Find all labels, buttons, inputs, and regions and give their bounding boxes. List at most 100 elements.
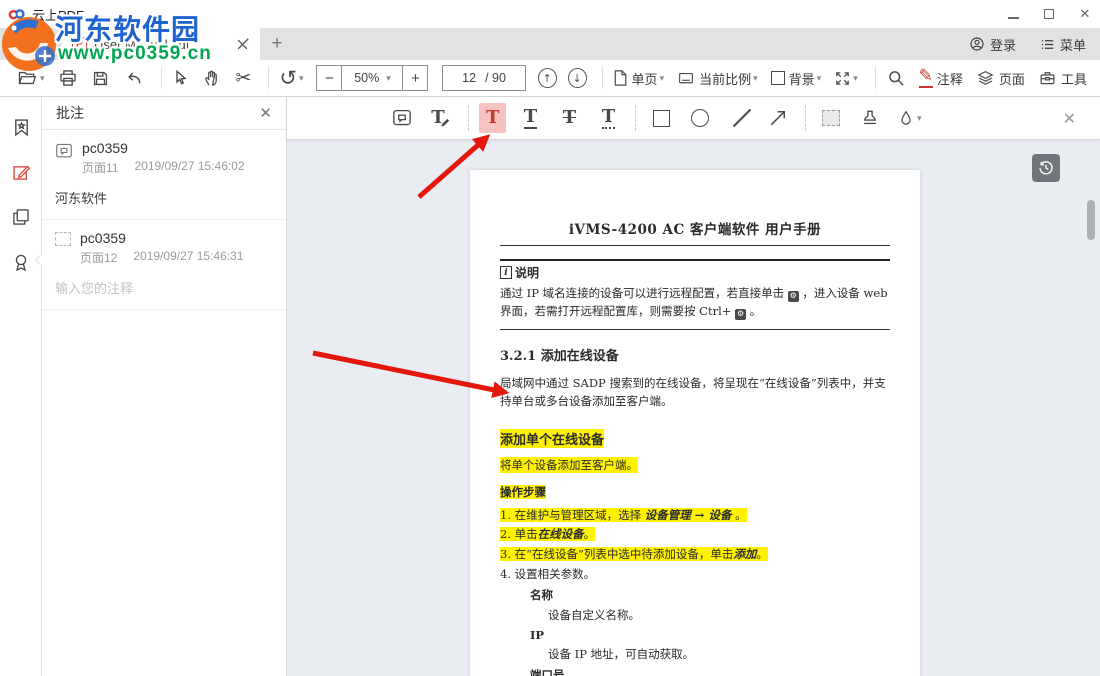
highlighted-subheading: 添加单个在线设备	[500, 429, 604, 448]
next-page-button[interactable]: ↓	[568, 68, 587, 88]
current-scale-button[interactable]: 当前比例 ▾	[677, 69, 758, 88]
underline-text-tool[interactable]: T	[515, 103, 545, 133]
maximize-icon	[1044, 9, 1054, 19]
single-page-mode-button[interactable]: 单页 ▾	[613, 69, 665, 88]
annotate-pencil-icon: ✎	[919, 68, 933, 88]
main-toolbar: ▾ ✂ ↺ ▾ − 50% ▾ +	[0, 60, 1100, 97]
pdf-file-icon: P	[72, 37, 87, 52]
note-comment-tool[interactable]	[387, 103, 417, 133]
info-doc-icon: i	[500, 266, 512, 279]
snapshot-tool-button[interactable]: ✂	[235, 69, 251, 88]
line-icon	[729, 108, 749, 128]
ellipse-icon	[691, 109, 709, 127]
arrow-icon	[768, 108, 788, 128]
typewriter-pencil-icon	[440, 117, 451, 128]
tab-document[interactable]: P User Manual.pdf	[62, 28, 260, 60]
pdf-doc-title: iVMS-4200 AC 客户端软件 用户手册	[500, 218, 890, 246]
select-area-tool[interactable]	[816, 103, 846, 133]
rotate-icon: ↺	[279, 68, 297, 89]
print-button[interactable]	[58, 68, 78, 88]
annotate-button[interactable]: ✎ 注释	[919, 68, 963, 88]
maximize-button[interactable]	[1042, 7, 1056, 22]
page-number-input[interactable]: 12 / 90	[442, 65, 525, 91]
droplet-caret-icon: ▾	[917, 113, 922, 124]
select-area-icon	[822, 110, 840, 126]
annotation-toolbar-divider	[468, 105, 469, 131]
select-tool-button[interactable]	[171, 68, 189, 88]
login-button[interactable]: 登录	[969, 35, 1016, 54]
previous-page-button[interactable]: ↑	[538, 68, 557, 88]
highlighted-description: 将单个设备添加至客户端。	[500, 457, 638, 473]
hand-tool-button[interactable]	[202, 68, 222, 88]
titlebar: 云上PDF ✕	[0, 0, 1100, 28]
panel-close-button[interactable]: ✕	[259, 104, 272, 122]
award-ribbon-icon	[11, 252, 31, 273]
stamp-tool[interactable]	[855, 103, 885, 133]
pages-button[interactable]: 页面	[976, 69, 1025, 88]
close-button[interactable]: ✕	[1078, 6, 1092, 22]
save-button[interactable]	[91, 69, 110, 88]
sidebar-bookmarks-button[interactable]	[0, 107, 42, 147]
menu-button[interactable]: 菜单	[1040, 35, 1086, 54]
blur-droplet-tool[interactable]: ▾	[894, 103, 924, 133]
strikethrough-text-icon: T	[563, 109, 576, 127]
hand-icon	[202, 68, 222, 88]
pin-icon[interactable]	[235, 37, 250, 52]
open-folder-icon	[16, 68, 38, 88]
history-button[interactable]	[1032, 154, 1060, 182]
highlight-text-icon: T	[486, 109, 499, 127]
pages-label: 页面	[999, 69, 1025, 88]
zoom-level-select[interactable]: 50% ▾	[341, 65, 403, 91]
rectangle-tool[interactable]	[646, 103, 676, 133]
sidebar-annotations-button[interactable]	[0, 152, 42, 192]
gear-icon: ⚙	[788, 291, 799, 302]
search-button[interactable]	[886, 68, 906, 88]
gear-icon: ⚙	[735, 309, 746, 320]
minimize-icon	[1008, 17, 1019, 19]
tools-button[interactable]: 工具	[1038, 69, 1087, 88]
home-label: 首页	[27, 35, 53, 54]
single-page-label: 单页	[632, 69, 658, 88]
annotation-list-item[interactable]: pc0359 页面12 2019/09/27 15:46:31 输入您的注释	[42, 220, 286, 310]
annotation-list-item[interactable]: pc0359 页面11 2019/09/27 15:46:02 河东软件	[42, 130, 286, 220]
undo-button[interactable]	[123, 68, 144, 88]
vertical-scrollbar[interactable]	[1087, 200, 1095, 240]
zoom-in-button[interactable]: +	[403, 65, 428, 91]
annotation-toolbar-close-button[interactable]: ✕	[1063, 97, 1076, 140]
page-mode-icon	[613, 69, 628, 87]
param-desc: 设备自定义名称。	[548, 607, 890, 623]
zoom-out-button[interactable]: −	[316, 65, 341, 91]
fullscreen-button[interactable]: ▾	[834, 70, 858, 87]
steps-list: 1. 在维护与管理区域，选择 设备管理 → 设备 。 2. 单击在线设备。 3.…	[500, 507, 890, 583]
background-button[interactable]: 背景 ▾	[771, 69, 822, 88]
print-icon	[58, 68, 78, 88]
zoom-caret-icon: ▾	[386, 73, 391, 84]
fullscreen-icon	[834, 70, 851, 87]
layers-icon	[976, 69, 995, 87]
minimize-button[interactable]	[1006, 7, 1020, 22]
sidebar-signature-button[interactable]	[0, 242, 42, 282]
annotate-label: 注释	[937, 69, 963, 88]
squiggly-underline-text-tool[interactable]: T	[593, 103, 623, 133]
rotate-button[interactable]: ↺ ▾	[279, 68, 303, 89]
strikethrough-text-tool[interactable]: T	[554, 103, 584, 133]
highlight-text-tool[interactable]: T	[479, 103, 506, 133]
line-tool[interactable]	[724, 103, 754, 133]
annotation-comment-input[interactable]: 输入您的注释	[55, 278, 272, 297]
new-tab-button[interactable]: +	[260, 28, 294, 60]
annotation-toolbar: T T T T T	[287, 97, 1100, 140]
annotation-author: pc0359	[80, 230, 272, 246]
sidebar-thumbnails-button[interactable]	[0, 197, 42, 237]
edit-annotation-icon	[11, 162, 32, 183]
step-1: 1. 在维护与管理区域，选择 设备管理 → 设备 。	[500, 508, 747, 522]
tools-label: 工具	[1061, 69, 1087, 88]
typewriter-text-tool[interactable]: T	[426, 103, 456, 133]
tab-bar: 首页 P User Manual.pdf + 登录 菜单	[0, 28, 1100, 60]
ellipse-tool[interactable]	[685, 103, 715, 133]
tab-home[interactable]: 首页	[0, 28, 62, 60]
select-area-annotation-icon	[55, 232, 71, 246]
left-sidebar	[0, 97, 42, 676]
stamp-icon	[860, 108, 880, 128]
open-file-button[interactable]: ▾	[16, 68, 45, 88]
arrow-tool[interactable]	[763, 103, 793, 133]
